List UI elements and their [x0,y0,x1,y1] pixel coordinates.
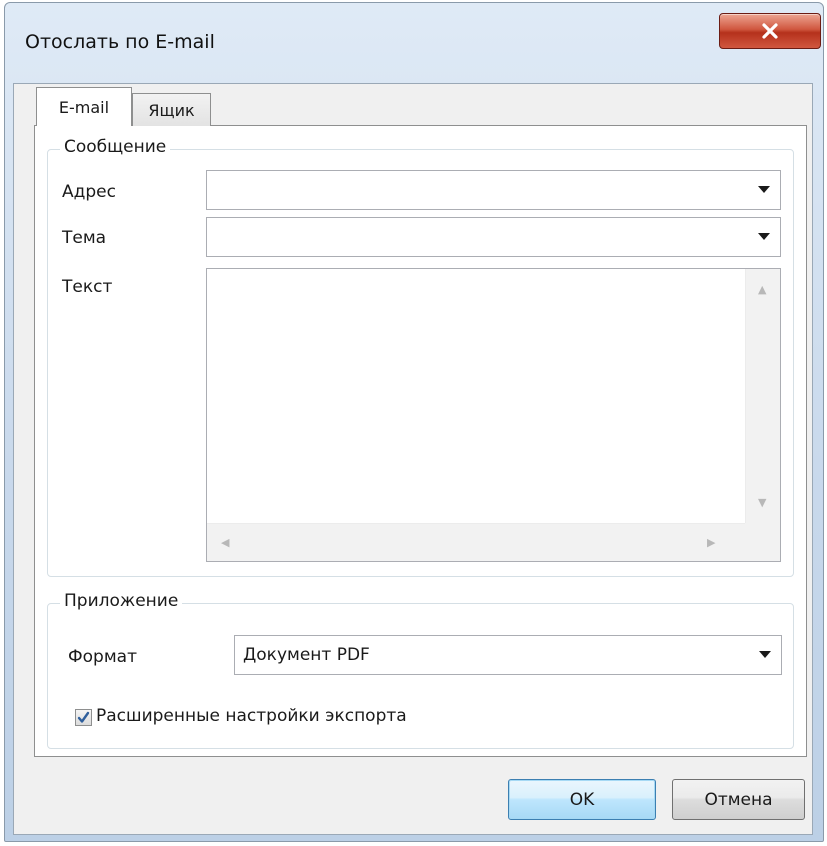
chevron-down-icon[interactable] [758,186,770,193]
dialog-client-area: E-mail Ящик Сообщение Адрес Тема Текст ▲… [13,83,813,835]
scroll-down-icon[interactable]: ▼ [758,497,766,508]
message-group: Сообщение Адрес Тема Текст ▲ ▼ ◀ ▶ [47,137,794,577]
text-label: Текст [62,277,113,297]
message-text-area[interactable]: ▲ ▼ ◀ ▶ [206,268,781,562]
attachment-group-title: Приложение [60,591,183,611]
dialog-window: Отослать по E-mail E-mail Ящик Сообщение… [4,2,824,842]
dialog-title: Отослать по E-mail [25,31,215,53]
subject-label: Тема [62,228,107,248]
tab-email[interactable]: E-mail [36,87,132,126]
cancel-button[interactable]: Отмена [672,779,805,820]
chevron-down-icon[interactable] [759,651,771,658]
address-label: Адрес [62,182,116,202]
horizontal-scrollbar[interactable]: ◀ ▶ [207,523,746,561]
tab-panel-email: Сообщение Адрес Тема Текст ▲ ▼ ◀ ▶ Прило… [34,125,807,757]
tab-mailbox-label: Ящик [148,100,195,120]
cancel-button-label: Отмена [704,789,773,810]
ok-button-label: OK [569,789,595,810]
close-icon [761,23,779,39]
attachment-group: Приложение Формат [47,591,794,749]
close-button[interactable] [719,13,821,49]
message-group-title: Сообщение [60,137,171,157]
ok-button[interactable]: OK [508,779,656,820]
scrollbar-corner [745,523,780,561]
format-value: Документ PDF [243,645,370,665]
advanced-export-checkbox[interactable] [75,709,92,726]
address-combobox[interactable] [206,170,781,210]
scroll-right-icon[interactable]: ▶ [707,537,715,548]
format-label: Формат [68,647,137,667]
tab-mailbox[interactable]: Ящик [132,93,211,126]
scroll-up-icon[interactable]: ▲ [758,284,766,295]
advanced-export-label[interactable]: Расширенные настройки экспорта [96,706,407,726]
chevron-down-icon[interactable] [758,233,770,240]
tab-email-label: E-mail [58,97,110,117]
subject-combobox[interactable] [206,217,781,257]
scroll-left-icon[interactable]: ◀ [221,537,229,548]
format-combobox[interactable]: Документ PDF [234,635,782,675]
vertical-scrollbar[interactable]: ▲ ▼ [745,269,780,524]
checkmark-icon [77,711,90,724]
